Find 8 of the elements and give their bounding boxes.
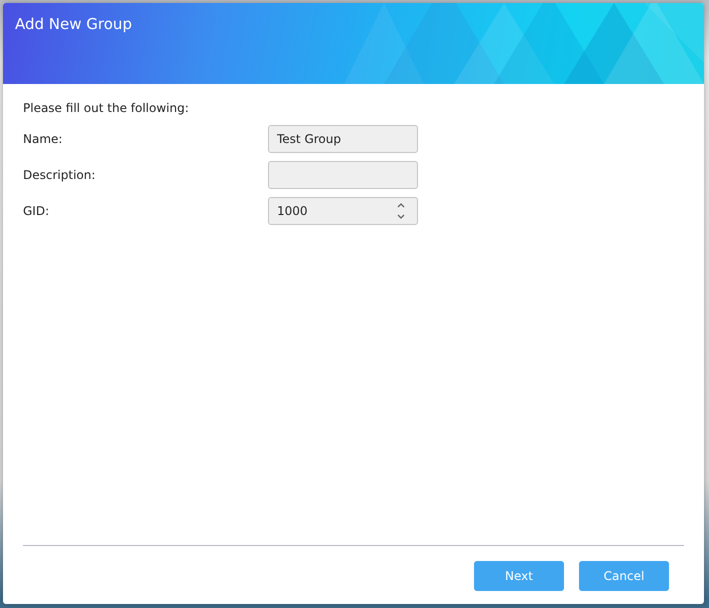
field-label: Description:: [23, 168, 96, 182]
field-label: Name:: [23, 132, 64, 146]
dialog-title: Add New Group: [14, 14, 133, 33]
field-label: GID:: [23, 204, 50, 218]
input-field[interactable]: [268, 161, 418, 189]
instruction-text: Please fill out the following:: [23, 101, 190, 115]
number-field[interactable]: 1000: [268, 197, 418, 225]
input-field[interactable]: Test Group: [268, 125, 418, 153]
